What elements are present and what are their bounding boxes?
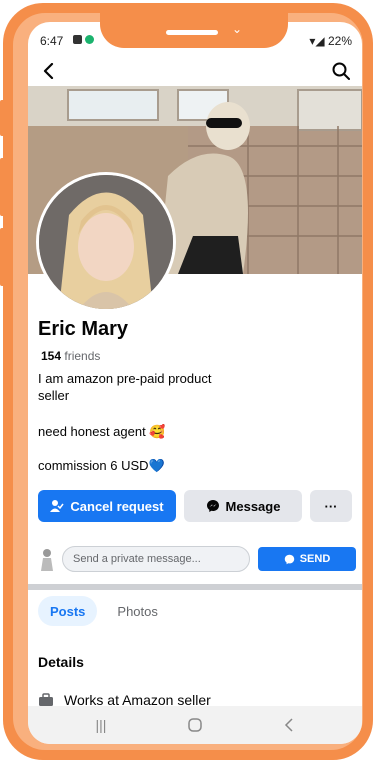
battery-percent: 22% (327, 34, 352, 48)
message-button[interactable]: Message (184, 490, 302, 522)
notch-bar (166, 30, 218, 35)
briefcase-icon (39, 693, 53, 706)
home-circle-icon (188, 718, 202, 732)
back-arrow-icon (43, 63, 54, 79)
friends-number: 154 (41, 349, 62, 363)
bio-line: I am amazon pre-paid product (38, 371, 212, 386)
bio-line: need honest agent 🥰 (38, 424, 166, 439)
private-message-bar: Send a private message... SEND (38, 544, 356, 574)
friends-count[interactable]: 154 friends (41, 349, 100, 363)
gallery-icon (73, 35, 82, 44)
tab-photos[interactable]: Photos (105, 596, 169, 626)
bio-line: seller (38, 388, 70, 403)
nav-back-button[interactable] (274, 714, 304, 736)
search-button[interactable] (330, 60, 352, 82)
tab-posts[interactable]: Posts (38, 596, 98, 626)
status-time: 6:47 (40, 34, 64, 48)
messenger-icon (206, 500, 219, 512)
profile-avatar-image (39, 175, 173, 309)
cancel-request-label: Cancel request (70, 498, 164, 514)
phone-side-button (0, 228, 5, 286)
section-divider (28, 584, 362, 590)
phone-notch: ⌄ (100, 4, 288, 48)
phone-side-button (0, 100, 5, 136)
more-options-button[interactable]: ··· (310, 490, 352, 522)
nav-back-icon (284, 718, 293, 732)
more-dots-icon: ··· (324, 498, 338, 514)
person-check-icon (50, 500, 64, 512)
search-icon (332, 62, 350, 80)
message-label: Message (225, 498, 281, 514)
profile-actions: Cancel request Message ··· (38, 490, 352, 522)
app-notification-icon (85, 35, 94, 44)
private-message-placeholder: Send a private message... (73, 553, 201, 565)
send-button[interactable]: SEND (258, 547, 356, 571)
profile-tabs: Posts Photos (38, 596, 170, 626)
top-bar (28, 58, 362, 88)
cancel-request-button[interactable]: Cancel request (38, 490, 176, 522)
user-avatar-icon (41, 549, 53, 571)
bio-line: commission 6 USD💙 (38, 458, 165, 473)
status-battery: ▾◢ 22% (309, 34, 352, 48)
home-button[interactable] (180, 714, 210, 736)
back-button[interactable] (38, 60, 60, 82)
friends-label: friends (64, 349, 101, 363)
private-message-input[interactable]: Send a private message... (62, 546, 250, 572)
profile-avatar[interactable] (36, 172, 176, 312)
recent-apps-icon: ||| (95, 717, 107, 733)
details-heading: Details (38, 654, 84, 670)
profile-name: Eric Mary (38, 318, 129, 340)
status-icons (73, 35, 94, 44)
signal-icon: ▾◢ (309, 34, 328, 48)
phone-side-button (0, 158, 5, 216)
send-label: SEND (299, 553, 331, 565)
app-screen: 6:47 ▾◢ 22% Eric Mary 154 friends I am a… (28, 22, 362, 744)
messenger-icon (284, 554, 294, 564)
system-nav-bar: ||| (28, 706, 362, 744)
profile-bio: I am amazon pre-paid product seller need… (38, 370, 211, 474)
chevron-down-icon: ⌄ (232, 22, 243, 36)
recent-apps-button[interactable]: ||| (86, 714, 116, 736)
